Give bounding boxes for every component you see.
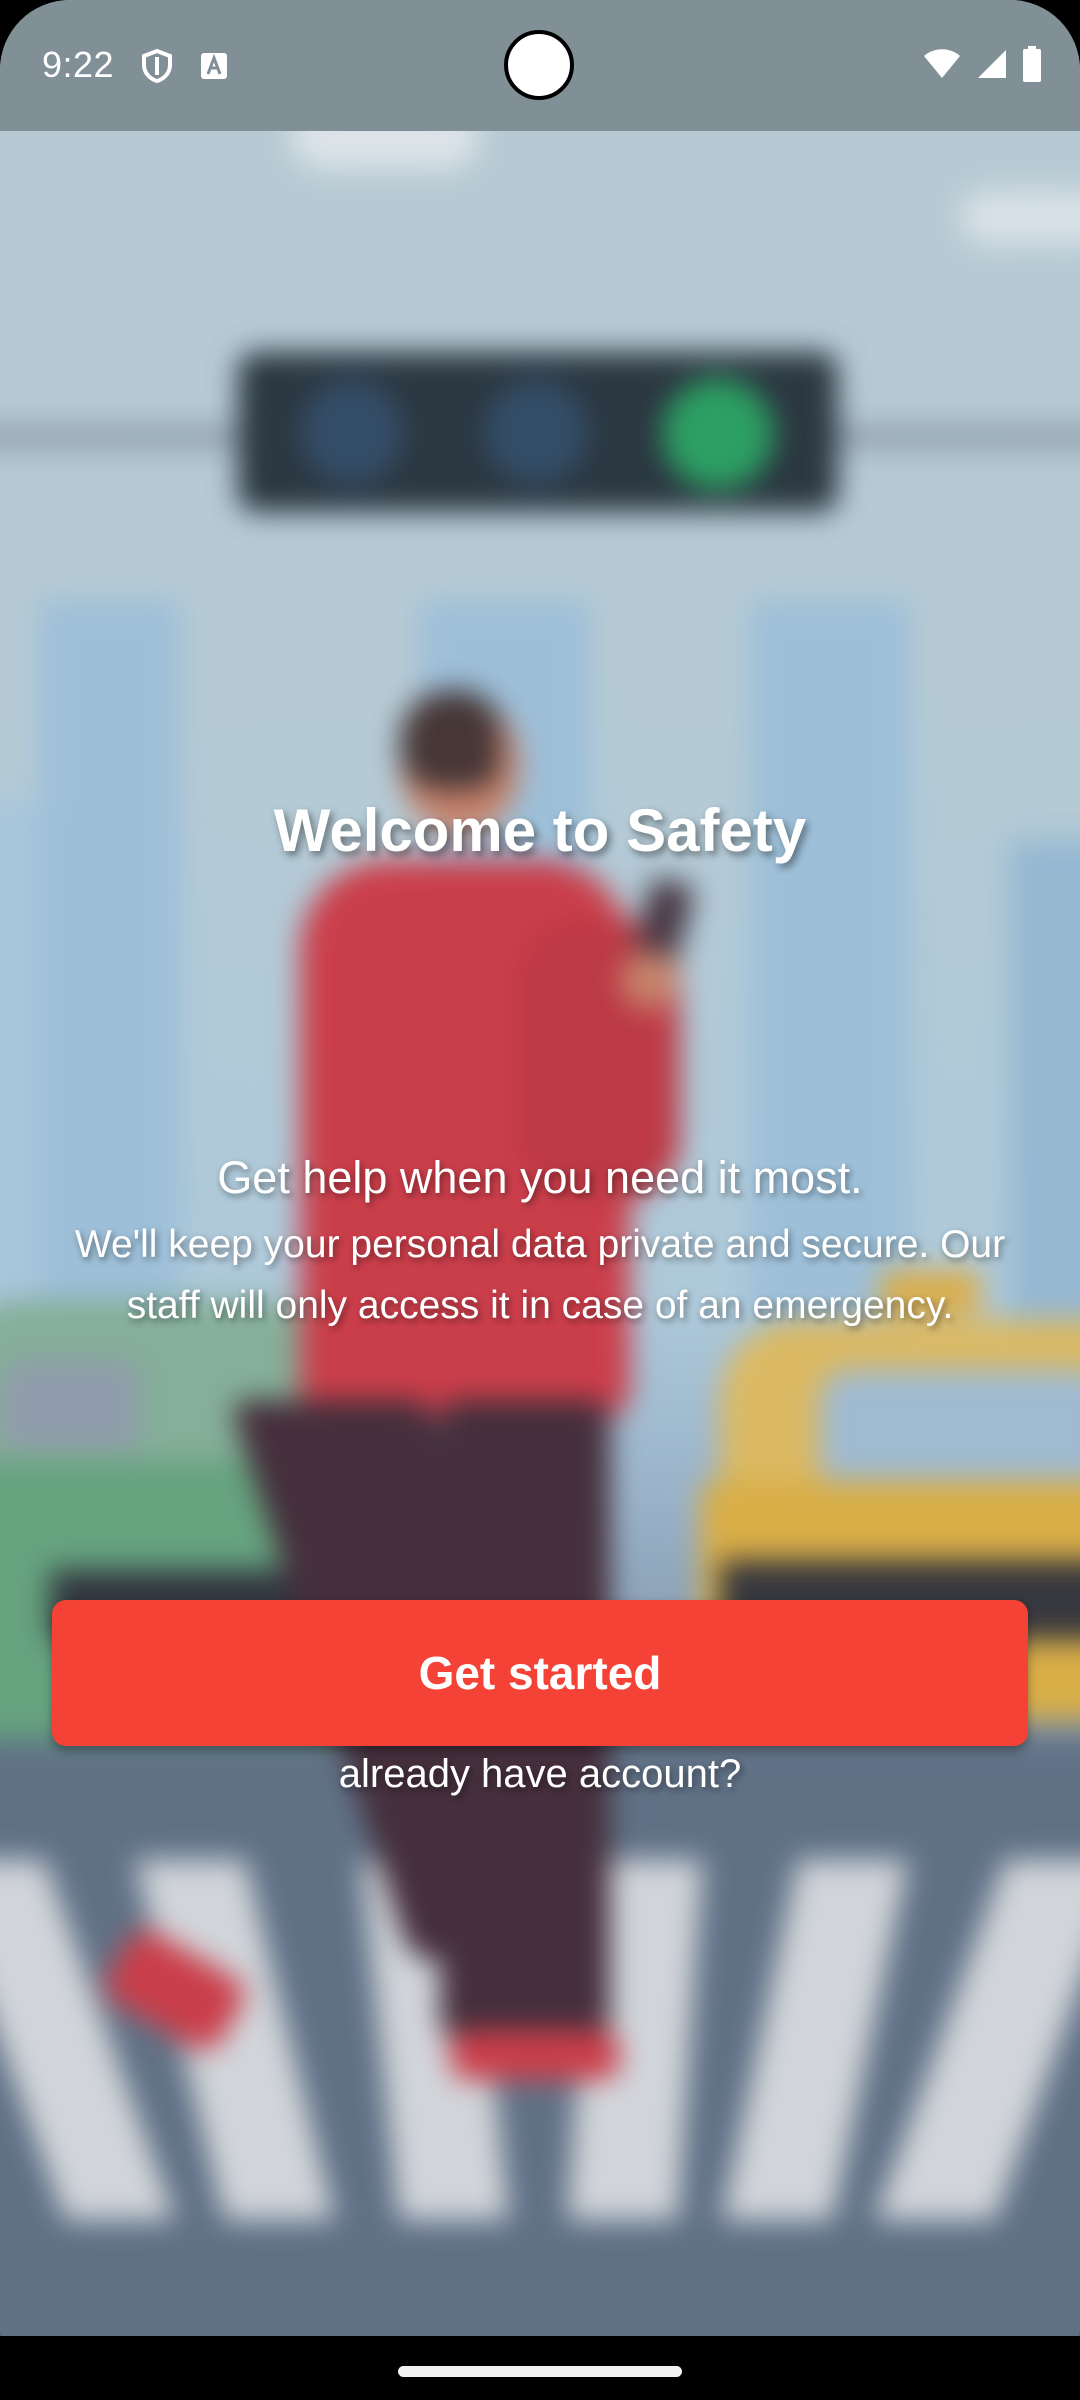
privacy-line: We'll keep your personal data private an…	[74, 1223, 1006, 1266]
cellular-signal-icon	[976, 48, 1008, 85]
shield-icon	[140, 48, 174, 84]
get-started-button[interactable]: Get started	[52, 1600, 1028, 1746]
camera-cutout	[504, 30, 574, 100]
navigation-bar	[0, 2336, 1080, 2400]
wifi-icon	[922, 48, 962, 85]
existing-account-link[interactable]: already have account?	[0, 1752, 1080, 1797]
welcome-title: Welcome to Safety	[273, 797, 807, 864]
tagline: Get help when you need it most.	[217, 1152, 863, 1203]
battery-icon	[1022, 46, 1042, 87]
status-icons	[922, 46, 1042, 87]
privacy-line: staff will only access it in case of an …	[126, 1284, 954, 1327]
privacy-description: We'll keep your personal data private an…	[20, 1214, 1060, 1336]
status-time: 9:22	[42, 44, 115, 85]
font-a-icon	[200, 52, 228, 80]
phone-screen: 9:22 Welcome to Safety Get help when you…	[0, 0, 1080, 2400]
status-bar: 9:22	[0, 0, 1080, 131]
home-gesture-handle[interactable]	[398, 2366, 682, 2377]
